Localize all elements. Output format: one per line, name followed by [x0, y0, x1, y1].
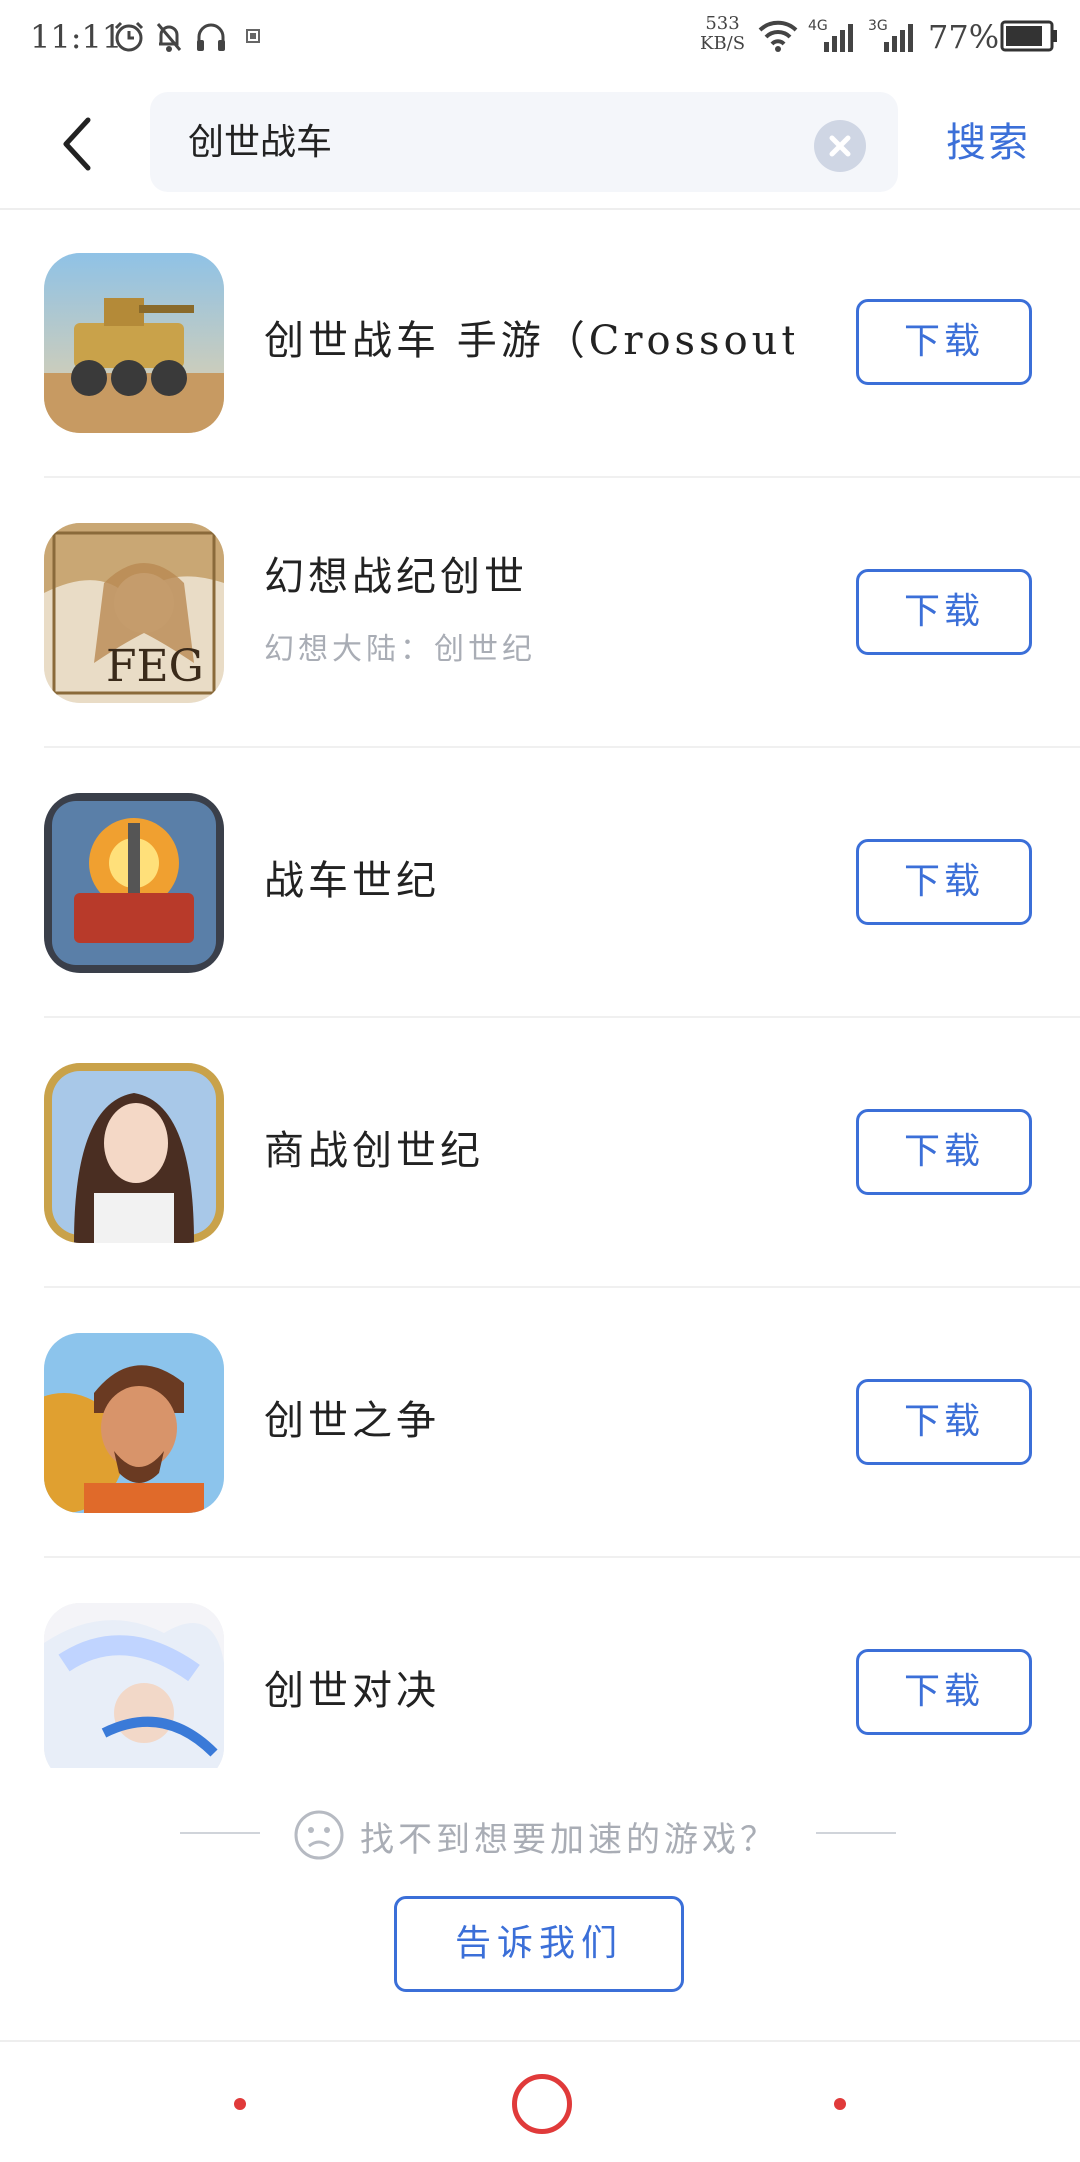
download-button[interactable]: 下载: [856, 299, 1032, 385]
app-notification-icon: [244, 26, 264, 50]
app-icon-crossout: [44, 253, 224, 433]
signal-3g-icon: [882, 22, 916, 56]
app-title: 商战创世纪: [264, 1128, 484, 1174]
app-title: 创世对决: [264, 1668, 440, 1714]
download-button[interactable]: 下载: [856, 1109, 1032, 1195]
download-button[interactable]: 下载: [856, 1379, 1032, 1465]
list-item[interactable]: FEG 幻想战纪创世 幻想大陆：创世纪 下载: [0, 478, 1080, 748]
search-header: 搜索: [0, 80, 1080, 210]
battery-percent: 77%: [928, 18, 1000, 56]
app-icon-feg: FEG: [44, 523, 224, 703]
clear-button[interactable]: [814, 120, 866, 172]
search-box: [150, 92, 898, 192]
download-button[interactable]: 下载: [856, 569, 1032, 655]
alarm-icon: [112, 20, 146, 58]
list-item[interactable]: 创世之争 下载: [0, 1288, 1080, 1558]
status-time: 11:11: [30, 18, 123, 56]
app-icon-tank-century: [44, 793, 224, 973]
signal-4g-icon: [822, 22, 856, 56]
search-input[interactable]: [186, 112, 790, 174]
app-icon-genesis-war: [44, 1333, 224, 1513]
app-title: 战车世纪: [264, 858, 440, 904]
app-icon-genesis-duel: [44, 1603, 224, 1768]
divider: [816, 1832, 896, 1834]
list-item[interactable]: 创世战车 手游（Crossout） 下载: [0, 208, 1080, 478]
status-bar: 11:11 533 KB/S 4G 3G 77%: [0, 0, 1080, 80]
back-button[interactable]: [50, 106, 110, 182]
app-title: 创世战车 手游（Crossout）: [264, 318, 794, 364]
nav-menu-button[interactable]: [234, 2098, 246, 2110]
divider: [180, 1832, 260, 1834]
search-button[interactable]: 搜索: [946, 110, 1030, 168]
net-speed-value: 533: [705, 13, 740, 34]
chevron-left-icon: [63, 117, 91, 171]
download-button[interactable]: 下载: [856, 1649, 1032, 1735]
sad-face-icon: [292, 1808, 346, 1866]
wifi-icon: [758, 18, 798, 56]
navigation-bar: [0, 2040, 1080, 2162]
app-title: 幻想战纪创世: [264, 554, 528, 600]
list-item[interactable]: 商战创世纪 下载: [0, 1018, 1080, 1288]
feedback-hint: 找不到想要加速的游戏？: [360, 1820, 778, 1860]
download-button[interactable]: 下载: [856, 839, 1032, 925]
nav-home-button[interactable]: [512, 2074, 572, 2134]
network-speed: 533 KB/S: [700, 14, 745, 54]
tell-us-button[interactable]: 告诉我们: [394, 1896, 684, 1992]
close-icon: [829, 135, 851, 157]
app-title: 创世之争: [264, 1398, 440, 1444]
list-item[interactable]: 创世对决 下载: [0, 1558, 1080, 1768]
app-subtitle: 幻想大陆：创世纪: [264, 632, 536, 667]
feedback-footer: 找不到想要加速的游戏？ 告诉我们: [0, 1768, 1080, 2040]
nav-back-button[interactable]: [834, 2098, 846, 2110]
bell-off-icon: [154, 20, 184, 58]
battery-icon: [1000, 20, 1058, 56]
result-list: 创世战车 手游（Crossout） 下载 FEG 幻想战纪创世 幻想大陆：创世纪…: [0, 208, 1080, 1768]
headphones-icon: [194, 20, 228, 58]
list-item[interactable]: 战车世纪 下载: [0, 748, 1080, 1018]
feg-logo-text: FEG: [106, 641, 204, 692]
app-icon-business-war: [44, 1063, 224, 1243]
net-speed-unit: KB/S: [700, 33, 746, 54]
